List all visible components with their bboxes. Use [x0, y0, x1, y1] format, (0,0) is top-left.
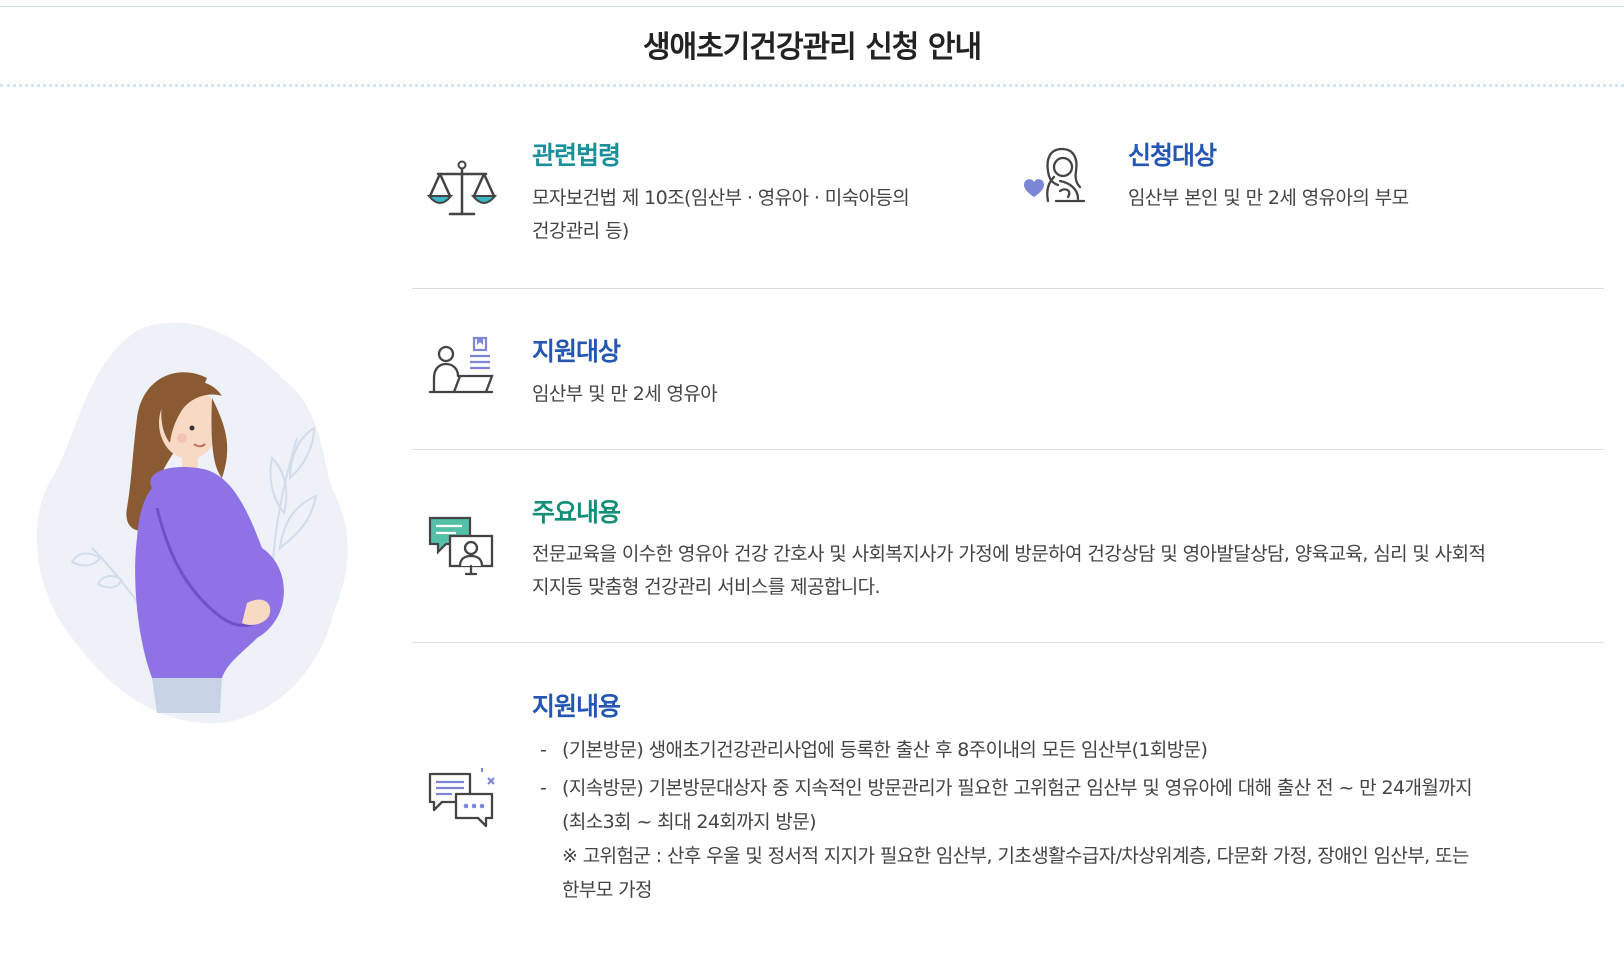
- text-line: 건강관리 등): [532, 220, 629, 242]
- support-content-list: - (기본방문) 생애초기건강관리사업에 등록한 출산 후 8주이내의 모든 임…: [532, 733, 1592, 911]
- high-risk-note: ※ 고위험군 : 산후 우울 및 정서적 지지가 필요한 임산부, 기초생활수급…: [562, 845, 1469, 867]
- section-divider: [412, 642, 1604, 643]
- dash-bullet: -: [540, 739, 547, 761]
- section-text-related-law: 모자보건법 제 10조(임산부 · 영유아 · 미숙아등의 건강관리 등): [532, 182, 972, 248]
- section-text-main-content: 전문교육을 이수한 영유아 건강 간호사 및 사회복지사가 가정에 방문하여 건…: [532, 538, 1602, 604]
- text-line: 모자보건법 제 10조(임산부 · 영유아 · 미숙아등의: [532, 187, 910, 209]
- list-item: - (기본방문) 생애초기건강관리사업에 등록한 출산 후 8주이내의 모든 임…: [532, 733, 1592, 767]
- top-border-line: [0, 6, 1624, 7]
- section-title-main-content: 주요내용: [532, 498, 621, 527]
- section-divider: [412, 288, 1604, 289]
- section-title-support-target: 지원대상: [532, 337, 621, 366]
- scale-icon: [426, 160, 498, 216]
- consultation-icon: [428, 516, 494, 576]
- section-divider: [412, 449, 1604, 450]
- section-text-support-target: 임산부 및 만 2세 영유아: [532, 383, 718, 405]
- high-risk-note: 한부모 가정: [562, 879, 652, 901]
- list-item: - (지속방문) 기본방문대상자 중 지속적인 방문관리가 필요한 고위험군 임…: [532, 771, 1592, 907]
- dash-bullet: -: [540, 777, 547, 799]
- section-title-support-content: 지원내용: [532, 692, 621, 721]
- title-dotted-divider: [0, 84, 1624, 87]
- page-title: 생애초기건강관리 신청 안내: [642, 30, 982, 65]
- pregnant-woman-illustration: [36, 322, 348, 724]
- chat-bubbles-icon: [428, 768, 495, 828]
- list-item-text: (기본방문) 생애초기건강관리사업에 등록한 출산 후 8주이내의 모든 임산부…: [562, 739, 1208, 761]
- section-title-applicant: 신청대상: [1128, 141, 1217, 170]
- text-line: 전문교육을 이수한 영유아 건강 간호사 및 사회복지사가 가정에 방문하여 건…: [532, 543, 1486, 565]
- list-item-text: (지속방문) 기본방문대상자 중 지속적인 방문관리가 필요한 고위험군 임산부…: [562, 777, 1473, 799]
- section-title-related-law: 관련법령: [532, 141, 621, 170]
- person-document-icon: [428, 336, 494, 394]
- text-line: 지지등 맞춤형 건강관리 서비스를 제공합니다.: [532, 576, 881, 598]
- mother-heart-icon: [1024, 147, 1086, 203]
- section-text-applicant: 임산부 본인 및 만 2세 영유아의 부모: [1128, 187, 1409, 209]
- list-item-text: (최소3회 ~ 최대 24회까지 방문): [562, 811, 817, 833]
